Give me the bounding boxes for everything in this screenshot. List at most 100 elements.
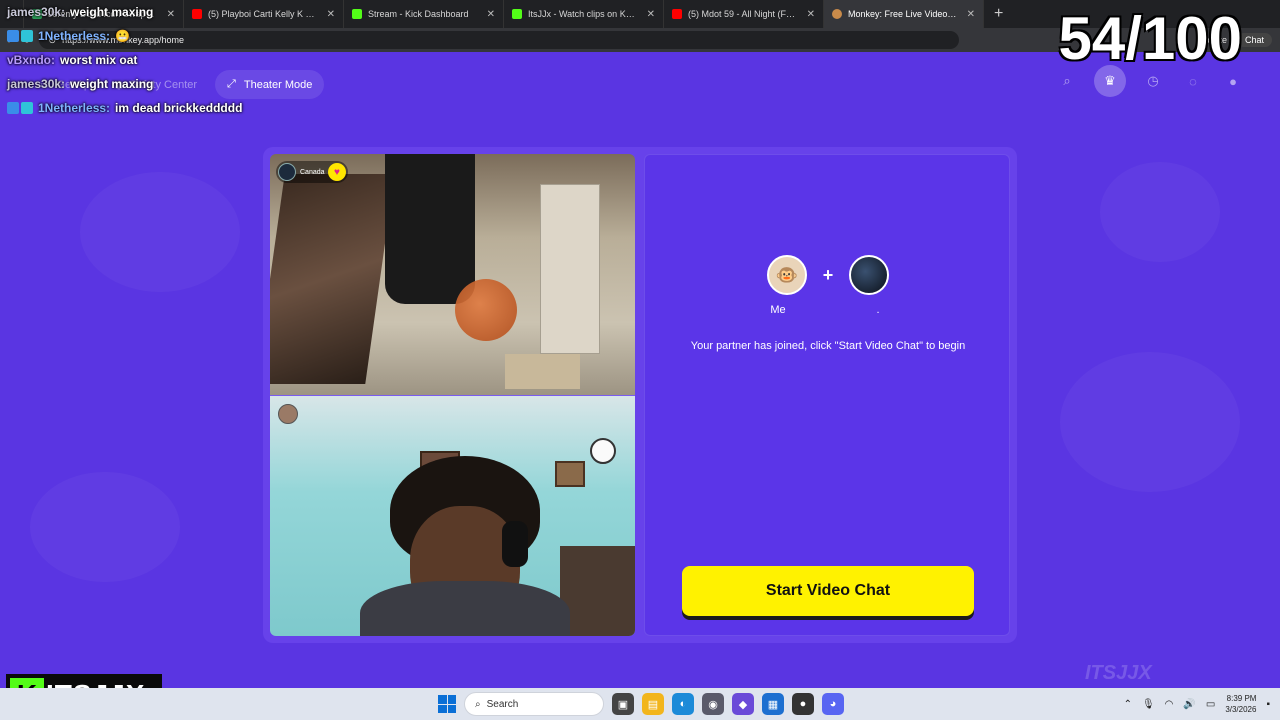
- chat-message: worst mix oat: [60, 53, 138, 67]
- chat-username: james30k:: [7, 5, 66, 19]
- wifi-icon[interactable]: ◠: [1165, 699, 1174, 710]
- self-video: [270, 396, 635, 636]
- heart-icon[interactable]: ♥: [328, 163, 346, 181]
- badge-icon: [7, 30, 19, 42]
- video-scene-shelf: [560, 546, 635, 636]
- windows-start-icon[interactable]: [438, 695, 456, 713]
- taskbar-apps: ⌕ Search ▣ ▤ ◐ ◉ ◆ ▦ ● ◕: [438, 692, 844, 716]
- background-blob: [80, 172, 240, 292]
- chat-username: 1Netherless:: [38, 29, 111, 43]
- browser-tab[interactable]: ItsJJx - Watch clips on Kick ✕: [504, 0, 664, 28]
- search-icon: ⌕: [475, 698, 481, 710]
- app-icon[interactable]: ◉: [702, 693, 724, 715]
- partner-avatar-large: [849, 255, 890, 295]
- video-scene-box: [505, 354, 580, 389]
- video-scene-door: [540, 184, 600, 354]
- chat-message: im dead brickkeddddd: [115, 101, 243, 115]
- close-tab-icon[interactable]: ✕: [647, 9, 655, 20]
- taskbar: ⌕ Search ▣ ▤ ◐ ◉ ◆ ▦ ● ◕ ⌃ 🎙 ◠ 🔊 ▭ 8:39 …: [0, 688, 1280, 720]
- close-tab-icon[interactable]: ✕: [807, 9, 815, 20]
- background-blob: [30, 472, 180, 582]
- match-pair: 🐵 +: [645, 255, 1011, 295]
- plus-icon: +: [822, 264, 834, 285]
- youtube-icon: [672, 9, 682, 19]
- chat-line: james30k: weight maxing: [7, 72, 307, 96]
- kick-icon: [352, 9, 362, 19]
- chat-username-text: james30k: [7, 5, 62, 19]
- edge-icon[interactable]: ◐: [672, 693, 694, 715]
- background-blob: [1100, 162, 1220, 262]
- badge-icon: [7, 102, 19, 114]
- video-scene-person: [385, 154, 475, 304]
- video-scene-clock: [590, 438, 616, 464]
- video-scene-bed: [270, 174, 395, 384]
- chat-line: 1Netherless: im dead brickkeddddd: [7, 96, 307, 120]
- badge-icon: [21, 30, 33, 42]
- stream-watermark: ITSJJX: [1085, 662, 1152, 684]
- video-scene-hoodie: [360, 581, 570, 636]
- taskbar-search-placeholder: Search: [486, 698, 519, 710]
- start-video-chat-button[interactable]: Start Video Chat: [682, 566, 974, 616]
- kick-icon: [512, 9, 522, 19]
- self-avatar[interactable]: [278, 404, 298, 424]
- chat-username-text: 1Netherless: [38, 101, 107, 115]
- chat-badge-icons: [7, 102, 33, 114]
- partner-joined-message: Your partner has joined, click "Start Vi…: [690, 340, 966, 352]
- microphone-icon[interactable]: 🎙: [1142, 699, 1155, 710]
- battery-icon[interactable]: ▭: [1206, 699, 1215, 710]
- chat-username: james30k:: [7, 77, 66, 91]
- pair-labels: Me .: [645, 304, 1011, 316]
- close-tab-icon[interactable]: ✕: [487, 9, 495, 20]
- partner-label: .: [876, 304, 880, 316]
- video-scene-frame: [555, 461, 585, 487]
- discord-icon[interactable]: ◕: [822, 693, 844, 715]
- taskbar-search[interactable]: ⌕ Search: [464, 692, 604, 716]
- chat-line: vBxndo: worst mix oat: [7, 48, 307, 72]
- monkey-icon: [832, 9, 842, 19]
- background-blob: [1060, 352, 1240, 492]
- browser-tab[interactable]: (5) Mdot 59 - All Night (Full Unrele ✕: [664, 0, 824, 28]
- task-view-icon[interactable]: ▣: [612, 693, 634, 715]
- video-chat-card: Canada ♥ 🐵 + Me . Your partner has joine…: [263, 147, 1017, 643]
- chat-username-text: 1Netherless: [38, 29, 107, 43]
- me-label: Me: [770, 304, 786, 316]
- volume-icon[interactable]: 🔊: [1183, 699, 1195, 710]
- video-scene-headphone: [502, 521, 528, 567]
- stream-chat-overlay: james30k: weight maxing 1Netherless: 😬 v…: [7, 0, 307, 120]
- chat-message: weight maxing: [70, 5, 154, 19]
- chat-username: vBxndo:: [7, 53, 56, 67]
- video-stack: Canada ♥: [270, 154, 635, 636]
- store-icon[interactable]: ▦: [762, 693, 784, 715]
- chat-message: weight maxing: [70, 77, 154, 91]
- video-scene-basketball: [455, 279, 517, 341]
- file-explorer-icon[interactable]: ▤: [642, 693, 664, 715]
- close-tab-icon[interactable]: ✕: [967, 9, 975, 20]
- browser-tab-active[interactable]: Monkey: Free Live Video Chat ✕: [824, 0, 984, 28]
- match-panel: 🐵 + Me . Your partner has joined, click …: [644, 154, 1010, 636]
- badge-icon: [21, 102, 33, 114]
- chat-username-text: james30k: [7, 77, 62, 91]
- monkey-page: ▭ Get App ◍ Safety Center ⤢ Theater Mode…: [0, 52, 1280, 688]
- my-avatar: 🐵: [766, 255, 807, 295]
- chat-username: 1Netherless:: [38, 101, 111, 115]
- chat-line: james30k: weight maxing: [7, 0, 307, 24]
- progress-counter: 54/100: [1058, 5, 1242, 72]
- clock-date: 3/3/2026: [1225, 705, 1257, 714]
- chat-button[interactable]: Chat: [1236, 33, 1272, 47]
- partner-video: Canada ♥: [270, 154, 635, 395]
- browser-tab[interactable]: Stream - Kick Dashboard ✕: [344, 0, 504, 28]
- chevron-up-icon[interactable]: ⌃: [1124, 699, 1132, 710]
- obs-icon[interactable]: ●: [792, 693, 814, 715]
- system-tray: ⌃ 🎙 ◠ 🔊 ▭ 8:39 PM 3/3/2026 ▪: [1124, 688, 1270, 720]
- notification-icon[interactable]: ▪: [1266, 699, 1270, 710]
- new-tab-button[interactable]: +: [984, 5, 1013, 23]
- taskbar-clock[interactable]: 8:39 PM 3/3/2026: [1225, 693, 1256, 715]
- partner-country: Canada: [300, 168, 325, 176]
- close-tab-icon[interactable]: ✕: [327, 9, 335, 20]
- chat-username-text: vBxndo: [7, 53, 52, 67]
- chat-badge-icons: [7, 30, 33, 42]
- copilot-icon[interactable]: ◆: [732, 693, 754, 715]
- partner-avatar: [278, 163, 296, 181]
- chat-line: 1Netherless: 😬: [7, 24, 307, 48]
- clock-time: 8:39 PM: [1226, 694, 1257, 703]
